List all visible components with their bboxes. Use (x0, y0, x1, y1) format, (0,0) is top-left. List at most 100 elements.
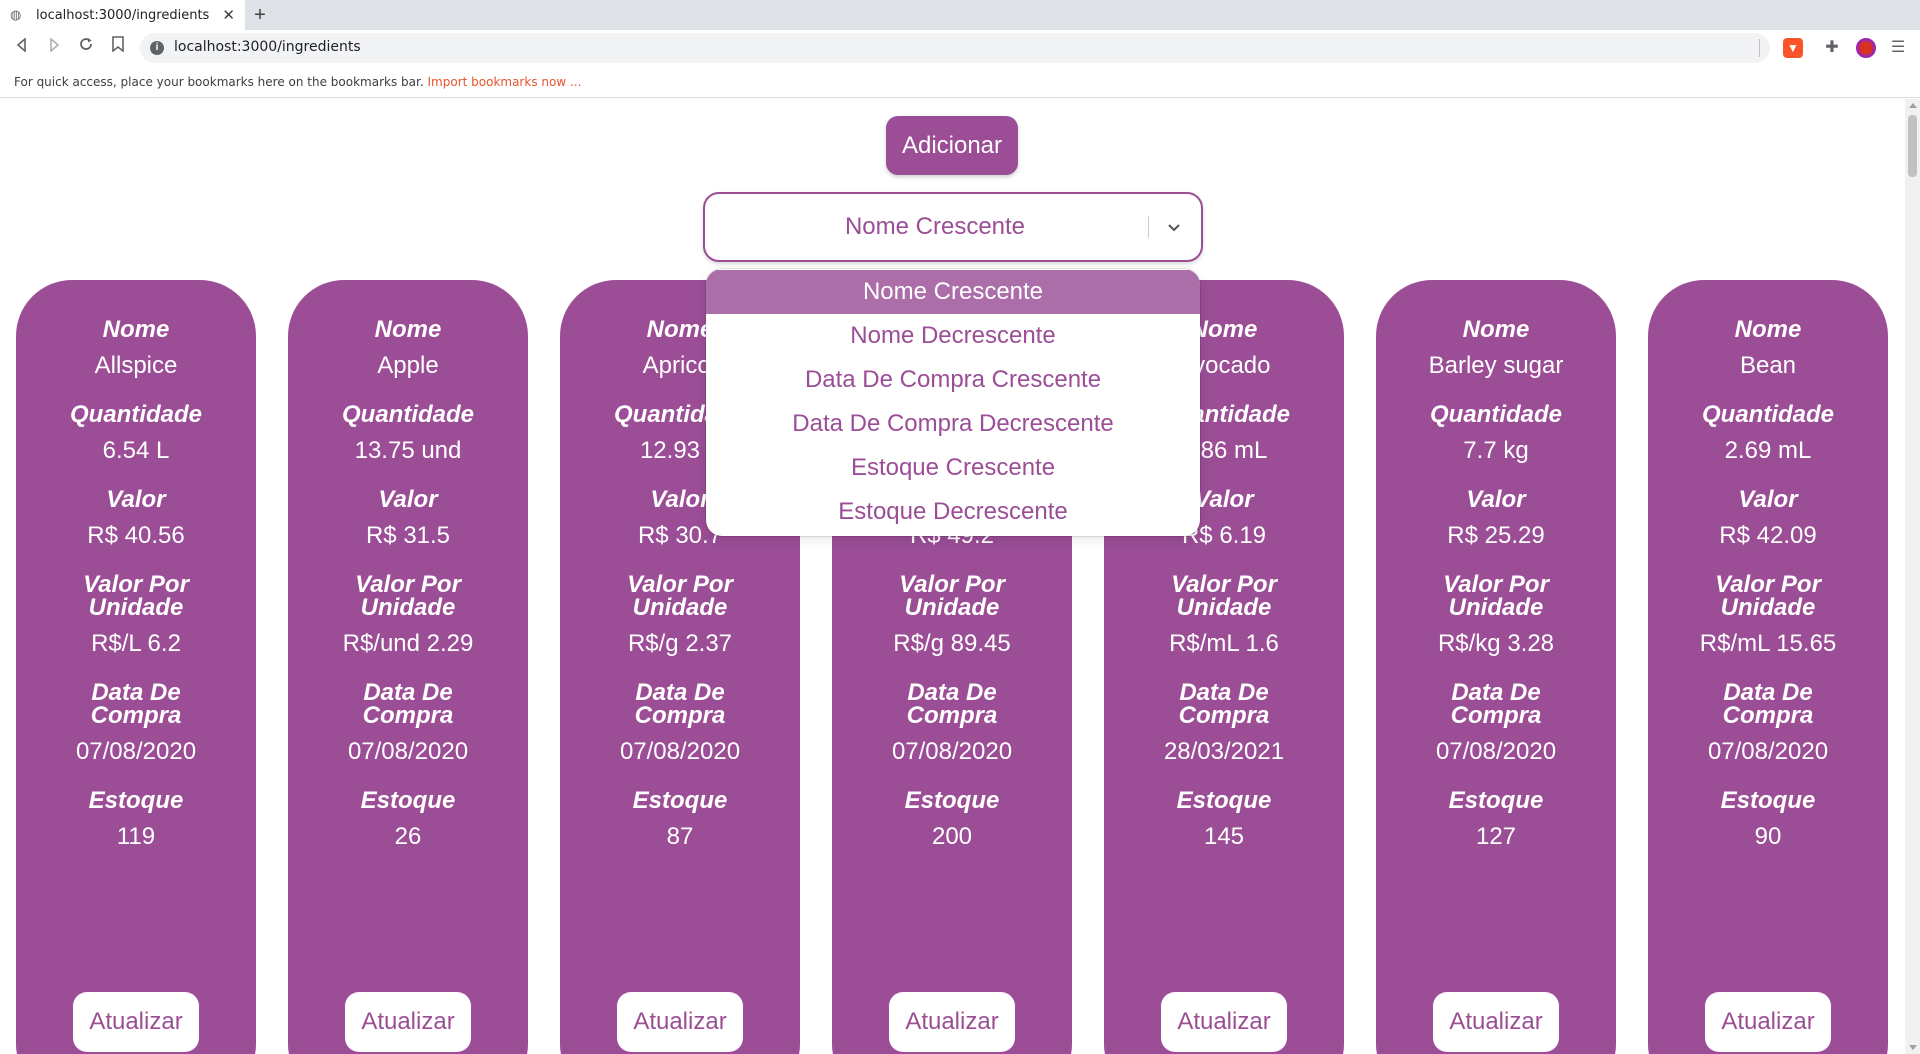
sort-selected-value: Nome Crescente (844, 213, 1026, 240)
estoque-label: Estoque (632, 787, 728, 814)
data-compra-label: Compra (1178, 702, 1270, 729)
menu-icon[interactable]: ☰ (1888, 38, 1908, 58)
estoque-value: 127 (1475, 823, 1517, 850)
nome-value: Bean (1739, 352, 1797, 379)
data-compra-value: 07/08/2020 (75, 738, 197, 765)
quantidade-value: 13.75 und (354, 437, 462, 464)
tab-title: localhost:3000/ingredients (36, 7, 210, 23)
page-scrollbar[interactable] (1905, 99, 1920, 1054)
nome-label: Nome (1734, 316, 1802, 343)
valor-label: Valor (106, 486, 166, 513)
atualizar-button[interactable]: Atualizar (1161, 992, 1287, 1052)
atualizar-button[interactable]: Atualizar (345, 992, 471, 1052)
atualizar-button[interactable]: Atualizar (73, 992, 199, 1052)
tab-strip: ◍ localhost:3000/ingredients ✕ + (0, 0, 1920, 30)
close-tab-icon[interactable]: ✕ (222, 6, 235, 24)
quantidade-value: 6.54 L (102, 437, 170, 464)
estoque-value: 200 (931, 823, 973, 850)
valor-value: R$ 25.29 (1447, 522, 1545, 549)
valor-value: R$ 31.5 (365, 522, 451, 549)
chevron-down-icon[interactable] (1163, 216, 1185, 238)
quantidade-label: Quantidade (1429, 401, 1562, 428)
forward-button[interactable] (42, 36, 66, 60)
data-compra-value: 07/08/2020 (347, 738, 469, 765)
data-compra-value: 07/08/2020 (1707, 738, 1829, 765)
data-compra-label: Compra (362, 702, 454, 729)
browser-toolbar: i localhost:3000/ingredients ▼ ✚ ☰ (0, 30, 1920, 66)
brave-shield-icon[interactable]: ▼ (1783, 38, 1803, 58)
atualizar-button[interactable]: Atualizar (889, 992, 1015, 1052)
data-compra-value: 07/08/2020 (891, 738, 1013, 765)
quantidade-value: 7.7 kg (1463, 437, 1529, 464)
data-compra-value: 28/03/2021 (1163, 738, 1285, 765)
valor-por-unidade-value: R$/g 89.45 (893, 630, 1011, 657)
info-icon[interactable]: i (150, 41, 164, 55)
sort-option-nome-decrescente[interactable]: Nome Decrescente (706, 314, 1200, 358)
scroll-up-icon[interactable] (1909, 103, 1917, 108)
sort-option-estoque-crescente[interactable]: Estoque Crescente (706, 446, 1200, 490)
extensions-icon[interactable]: ✚ (1822, 38, 1842, 58)
sort-option-data-decrescente[interactable]: Data De Compra Decrescente (706, 402, 1200, 446)
quantidade-value: 2.69 mL (1724, 437, 1812, 464)
nome-label: Nome (1462, 316, 1530, 343)
valor-por-unidade-value: R$/L 6.2 (91, 630, 181, 657)
data-compra-value: 07/08/2020 (1435, 738, 1557, 765)
estoque-label: Estoque (360, 787, 456, 814)
browser-tab[interactable]: ◍ localhost:3000/ingredients ✕ (0, 0, 245, 30)
import-bookmarks-link[interactable]: Import bookmarks now ... (428, 75, 582, 89)
valor-por-unidade-label: Unidade (1176, 594, 1272, 621)
atualizar-button[interactable]: Atualizar (617, 992, 743, 1052)
data-compra-label: Compra (90, 702, 182, 729)
nome-label: Nome (102, 316, 170, 343)
nome-value: Allspice (94, 352, 178, 379)
valor-label: Valor (378, 486, 438, 513)
quantidade-label: Quantidade (69, 401, 202, 428)
data-compra-value: 07/08/2020 (619, 738, 741, 765)
valor-label: Valor (1738, 486, 1798, 513)
atualizar-button[interactable]: Atualizar (1705, 992, 1831, 1052)
sort-option-nome-crescente[interactable]: Nome Crescente (706, 270, 1200, 314)
bookmark-button[interactable] (106, 36, 130, 60)
sort-option-data-crescente[interactable]: Data De Compra Crescente (706, 358, 1200, 402)
estoque-value: 119 (116, 823, 156, 850)
scroll-down-icon[interactable] (1909, 1045, 1917, 1050)
valor-value: R$ 40.56 (87, 522, 185, 549)
nome-value: Apple (377, 352, 439, 379)
bookmarks-hint: For quick access, place your bookmarks h… (14, 75, 424, 89)
bookmark-icon (112, 36, 124, 53)
data-compra-label: Compra (906, 702, 998, 729)
scrollbar-thumb[interactable] (1908, 115, 1917, 177)
sort-option-estoque-decrescente[interactable]: Estoque Decrescente (706, 490, 1200, 534)
reload-icon (80, 38, 92, 50)
sort-select[interactable]: Nome Crescente (703, 192, 1203, 262)
add-button[interactable]: Adicionar (886, 116, 1018, 175)
valor-por-unidade-label: Unidade (88, 594, 184, 621)
forward-arrow-icon (50, 37, 60, 53)
back-button[interactable] (10, 36, 34, 60)
nome-value: Barley sugar (1428, 352, 1564, 379)
quantidade-label: Quantidade (341, 401, 474, 428)
estoque-value: 87 (666, 823, 694, 850)
data-compra-label: Compra (1450, 702, 1542, 729)
reload-button[interactable] (74, 36, 98, 60)
valor-label: Valor (1466, 486, 1526, 513)
atualizar-button[interactable]: Atualizar (1433, 992, 1559, 1052)
page-viewport: Adicionar Nome Crescente Nome Crescente … (0, 99, 1905, 1054)
ingredient-card: Nome Allspice Quantidade 6.54 L Valor R$ 40.5… (16, 280, 256, 1054)
estoque-label: Estoque (904, 787, 1000, 814)
ingredient-card: Nome Apple Quantidade 13.75 und Valor R$ 31.5… (288, 280, 528, 1054)
estoque-label: Estoque (1448, 787, 1544, 814)
valor-value: R$ 42.09 (1719, 522, 1817, 549)
estoque-value: 145 (1203, 823, 1245, 850)
estoque-value: 26 (394, 823, 422, 850)
ingredient-card: Nome Barley sugar Quantidade 7.7 kg Valor R$ … (1376, 280, 1616, 1054)
address-bar[interactable]: i localhost:3000/ingredients (140, 33, 1770, 63)
valor-por-unidade-label: Unidade (904, 594, 1000, 621)
url-text: localhost:3000/ingredients (174, 39, 361, 55)
ingredient-card: Nome Bean Quantidade 2.69 mL Valor R$ 42.09 Va… (1648, 280, 1888, 1054)
brave-rewards-icon[interactable] (1856, 38, 1876, 58)
bookmarks-bar: For quick access, place your bookmarks h… (0, 66, 1920, 98)
valor-por-unidade-label: Unidade (360, 594, 456, 621)
new-tab-button[interactable]: + (249, 4, 271, 26)
quantidade-label: Quantidade (1701, 401, 1834, 428)
